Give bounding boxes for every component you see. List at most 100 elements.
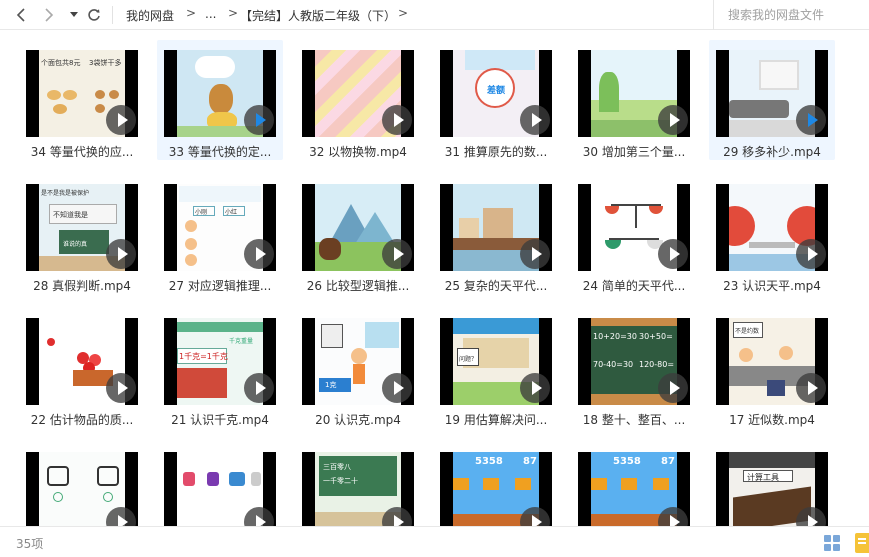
play-icon[interactable]	[382, 373, 412, 403]
video-thumbnail[interactable]	[302, 184, 414, 271]
play-icon[interactable]	[520, 239, 550, 269]
video-thumbnail[interactable]: 个面包共8元 3袋饼干多	[26, 50, 138, 137]
play-icon[interactable]	[244, 105, 274, 135]
video-thumbnail[interactable]: 问题？	[440, 318, 552, 405]
play-icon[interactable]	[382, 507, 412, 526]
video-thumbnail[interactable]: 5358 87	[440, 452, 552, 526]
video-thumbnail[interactable]	[440, 184, 552, 271]
file-item[interactable]: 是不是我是被保护 不知道我是 谁说的真 28 真假判断.mp4	[19, 174, 145, 294]
video-thumbnail[interactable]	[716, 184, 828, 271]
grid-view-icon[interactable]	[824, 535, 840, 551]
file-item[interactable]: 30 增加第三个量...	[571, 40, 697, 160]
play-icon[interactable]	[106, 239, 136, 269]
back-button[interactable]	[10, 4, 32, 26]
history-dropdown-button[interactable]	[63, 4, 85, 26]
play-icon[interactable]	[244, 507, 274, 526]
video-thumbnail[interactable]	[578, 184, 690, 271]
search-input[interactable]	[728, 6, 864, 24]
play-icon[interactable]	[106, 373, 136, 403]
play-icon[interactable]	[796, 373, 826, 403]
file-item[interactable]: 不是约数 17 近似数.mp4	[709, 308, 835, 428]
file-item[interactable]	[157, 442, 283, 526]
play-icon[interactable]	[658, 373, 688, 403]
file-name[interactable]: 24 简单的天平代...	[571, 277, 697, 294]
file-item[interactable]: 25 复杂的天平代...	[433, 174, 559, 294]
file-item[interactable]: 24 简单的天平代...	[571, 174, 697, 294]
file-name[interactable]: 32 以物换物.mp4	[295, 143, 421, 160]
play-icon[interactable]	[520, 507, 550, 526]
video-thumbnail[interactable]: 千克重量 1千克=1千克	[164, 318, 276, 405]
play-icon[interactable]	[520, 373, 550, 403]
file-name[interactable]: 22 估计物品的质...	[19, 411, 145, 428]
video-thumbnail[interactable]: 是不是我是被保护 不知道我是 谁说的真	[26, 184, 138, 271]
play-icon[interactable]	[382, 105, 412, 135]
file-name[interactable]: 28 真假判断.mp4	[19, 277, 145, 294]
video-thumbnail[interactable]	[26, 318, 138, 405]
refresh-button[interactable]	[83, 4, 105, 26]
file-item[interactable]: 10+20=30 30+50= 70-40=30 120-80= 18 整十、整百、..…	[571, 308, 697, 428]
file-item[interactable]: 千克重量 1千克=1千克 21 认识千克.mp4	[157, 308, 283, 428]
play-icon[interactable]	[796, 105, 826, 135]
file-name[interactable]: 19 用估算解决问...	[433, 411, 559, 428]
breadcrumb-current[interactable]: 【完结】人教版二年级（下）	[240, 7, 396, 24]
play-icon[interactable]	[382, 239, 412, 269]
file-name[interactable]: 23 认识天平.mp4	[709, 277, 835, 294]
play-icon[interactable]	[796, 507, 826, 526]
file-name[interactable]: 27 对应逻辑推理...	[157, 277, 283, 294]
video-thumbnail[interactable]: 三百零八 一千零二十	[302, 452, 414, 526]
file-name[interactable]: 29 移多补少.mp4	[709, 143, 835, 160]
file-item[interactable]: 小刚 小红 27 对应逻辑推理...	[157, 174, 283, 294]
video-thumbnail[interactable]	[302, 50, 414, 137]
file-item[interactable]: 23 认识天平.mp4	[709, 174, 835, 294]
video-thumbnail[interactable]	[578, 50, 690, 137]
play-icon[interactable]	[520, 105, 550, 135]
breadcrumb-ellipsis[interactable]: ...	[205, 7, 216, 21]
play-icon[interactable]	[658, 507, 688, 526]
video-thumbnail[interactable]: 5358 87	[578, 452, 690, 526]
video-thumbnail[interactable]: 计算工具	[716, 452, 828, 526]
note-icon[interactable]	[855, 533, 869, 553]
file-item[interactable]: 5358 87	[433, 442, 559, 526]
play-icon[interactable]	[796, 239, 826, 269]
file-item[interactable]: 5358 87	[571, 442, 697, 526]
play-icon[interactable]	[244, 239, 274, 269]
video-thumbnail[interactable]: 差额	[440, 50, 552, 137]
breadcrumb-expand-icon[interactable]: >	[398, 6, 408, 20]
file-name[interactable]: 18 整十、整百、...	[571, 411, 697, 428]
play-icon[interactable]	[658, 105, 688, 135]
file-item[interactable]: 22 估计物品的质...	[19, 308, 145, 428]
file-item[interactable]: 33 等量代换的定...	[157, 40, 283, 160]
video-thumbnail[interactable]: 10+20=30 30+50= 70-40=30 120-80=	[578, 318, 690, 405]
file-name[interactable]: 25 复杂的天平代...	[433, 277, 559, 294]
video-thumbnail[interactable]: 不是约数	[716, 318, 828, 405]
file-item[interactable]: 32 以物换物.mp4	[295, 40, 421, 160]
play-icon[interactable]	[106, 507, 136, 526]
file-item[interactable]: 26 比较型逻辑推...	[295, 174, 421, 294]
breadcrumb-root[interactable]: 我的网盘	[126, 7, 174, 24]
forward-button[interactable]	[38, 4, 60, 26]
file-name[interactable]: 33 等量代换的定...	[157, 143, 283, 160]
file-item[interactable]: 计算工具	[709, 442, 835, 526]
file-item[interactable]: 1克 20 认识克.mp4	[295, 308, 421, 428]
video-thumbnail[interactable]	[26, 452, 138, 526]
file-name[interactable]: 26 比较型逻辑推...	[295, 277, 421, 294]
play-icon[interactable]	[106, 105, 136, 135]
file-name[interactable]: 34 等量代换的应...	[19, 143, 145, 160]
file-name[interactable]: 21 认识千克.mp4	[157, 411, 283, 428]
file-item[interactable]: 差额 31 推算原先的数...	[433, 40, 559, 160]
play-icon[interactable]	[244, 373, 274, 403]
file-name[interactable]: 17 近似数.mp4	[709, 411, 835, 428]
video-thumbnail[interactable]: 小刚 小红	[164, 184, 276, 271]
file-item[interactable]: 问题？ 19 用估算解决问...	[433, 308, 559, 428]
file-name[interactable]: 30 增加第三个量...	[571, 143, 697, 160]
file-item[interactable]	[19, 442, 145, 526]
video-thumbnail[interactable]: 1克	[302, 318, 414, 405]
play-icon[interactable]	[658, 239, 688, 269]
video-thumbnail[interactable]	[164, 50, 276, 137]
file-item[interactable]: 三百零八 一千零二十	[295, 442, 421, 526]
file-name[interactable]: 20 认识克.mp4	[295, 411, 421, 428]
video-thumbnail[interactable]	[164, 452, 276, 526]
file-item[interactable]: 个面包共8元 3袋饼干多 34 等量代换的应...	[19, 40, 145, 160]
file-name[interactable]: 31 推算原先的数...	[433, 143, 559, 160]
file-item[interactable]: 29 移多补少.mp4	[709, 40, 835, 160]
